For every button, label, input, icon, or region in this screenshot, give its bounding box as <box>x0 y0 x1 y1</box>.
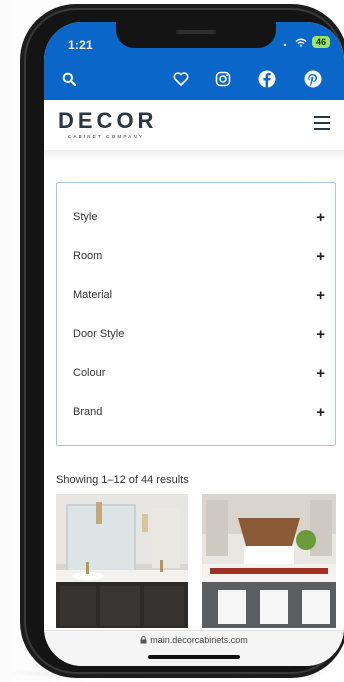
url-text[interactable]: main.decorcabinets.com <box>44 635 344 645</box>
phone-screen: 1:21 46 DECOR CABINET COMPANY Style + Ro… <box>44 22 344 666</box>
filter-material[interactable]: Material + <box>73 285 325 305</box>
filter-label: Room <box>73 250 103 262</box>
filter-label: Style <box>73 211 98 223</box>
signal-icon <box>283 43 287 46</box>
filter-label: Colour <box>73 367 106 379</box>
facebook-icon[interactable] <box>256 68 278 90</box>
expand-icon[interactable]: + <box>316 287 325 304</box>
notch <box>116 22 276 48</box>
expand-icon[interactable]: + <box>316 365 325 382</box>
filter-brand[interactable]: Brand + <box>73 402 325 422</box>
filter-label: Brand <box>73 406 103 418</box>
expand-icon[interactable]: + <box>316 326 325 343</box>
status-right: 46 <box>280 36 330 48</box>
filter-label: Door Style <box>73 328 125 340</box>
site-header: DECOR CABINET COMPANY <box>44 100 344 150</box>
logo-tagline: CABINET COMPANY <box>68 134 145 139</box>
search-icon[interactable] <box>58 68 80 90</box>
status-bar: 1:21 46 <box>44 22 344 60</box>
header-divider <box>44 150 344 160</box>
filter-colour[interactable]: Colour + <box>73 363 325 383</box>
filter-door-style[interactable]: Door Style + <box>73 324 325 344</box>
logo[interactable]: DECOR <box>58 108 157 134</box>
instagram-icon[interactable] <box>212 68 234 90</box>
lock-icon <box>140 636 147 644</box>
filter-panel: Style + Room + Material + Door Style + C… <box>56 182 336 446</box>
product-image-kitchen[interactable] <box>202 494 336 628</box>
heart-icon[interactable] <box>170 68 192 90</box>
pinterest-icon[interactable] <box>302 68 324 90</box>
status-time: 1:21 <box>68 38 93 52</box>
filter-style[interactable]: Style + <box>73 207 325 227</box>
home-indicator[interactable] <box>148 655 240 659</box>
url-label: main.decorcabinets.com <box>150 635 248 645</box>
top-social-bar <box>44 60 344 100</box>
wifi-icon <box>295 38 307 47</box>
product-image-bathroom[interactable] <box>56 494 188 628</box>
expand-icon[interactable]: + <box>316 404 325 421</box>
filter-label: Material <box>73 289 113 301</box>
battery-indicator: 46 <box>311 36 330 48</box>
filter-room[interactable]: Room + <box>73 246 325 266</box>
hamburger-menu-icon[interactable] <box>314 116 330 130</box>
expand-icon[interactable]: + <box>316 248 325 265</box>
expand-icon[interactable]: + <box>316 209 325 226</box>
browser-url-bar[interactable]: main.decorcabinets.com <box>44 630 344 666</box>
results-count: Showing 1–12 of 44 results <box>56 474 189 486</box>
device-mockup-stage: 1:21 46 DECOR CABINET COMPANY Style + Ro… <box>0 0 344 682</box>
